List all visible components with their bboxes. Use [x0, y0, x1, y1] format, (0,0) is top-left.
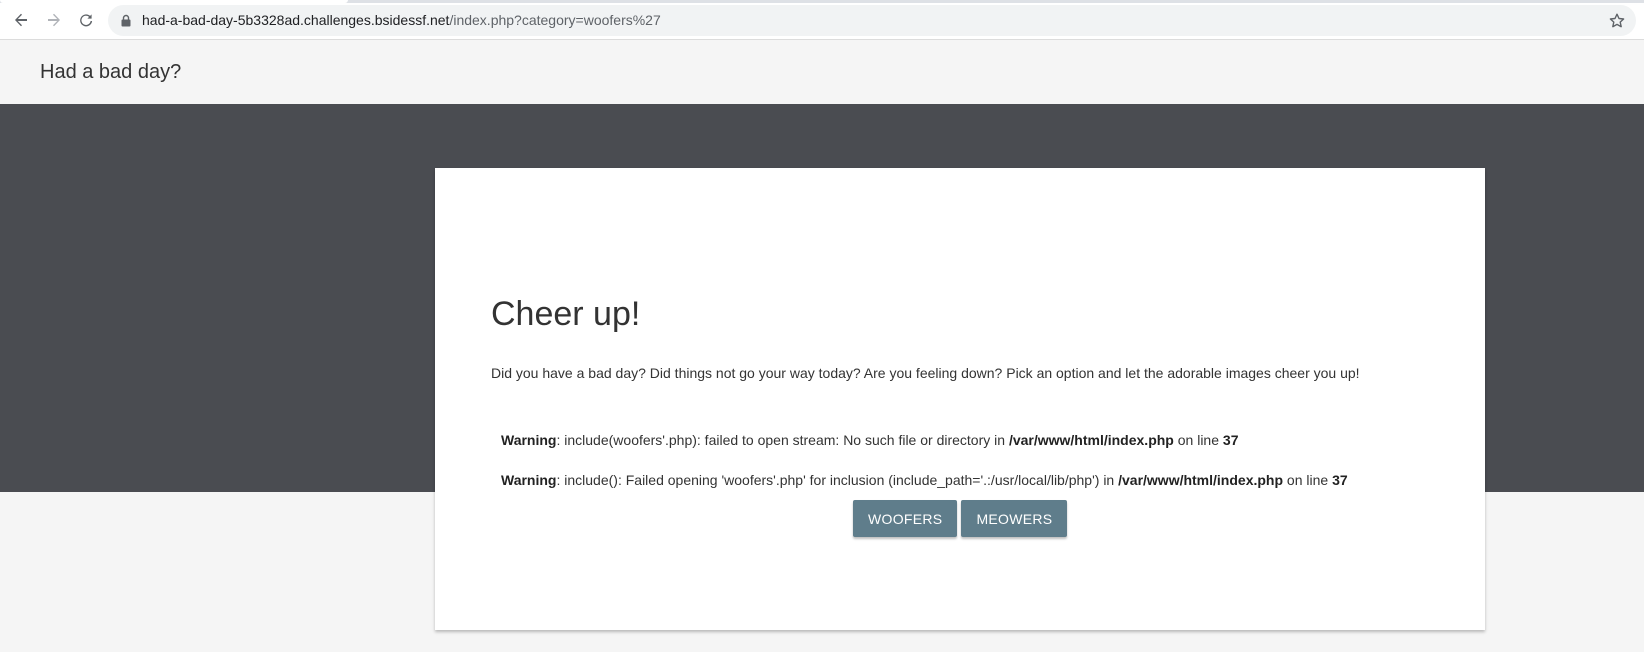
star-icon[interactable] — [1608, 12, 1626, 30]
warning-line-number: 37 — [1222, 432, 1239, 448]
url-text[interactable]: had-a-bad-day-5b3328ad.challenges.bsides… — [142, 12, 661, 29]
meowers-button[interactable]: MEOWERS — [961, 500, 1068, 537]
address-bar[interactable]: had-a-bad-day-5b3328ad.challenges.bsides… — [108, 5, 1636, 36]
forward-arrow-icon[interactable] — [43, 9, 65, 31]
reload-icon[interactable] — [75, 9, 97, 31]
content-card: Cheer up! Did you have a bad day? Did th… — [435, 168, 1485, 630]
warning-message: : include(woofers'.php): failed to open … — [556, 432, 1009, 448]
site-header: Had a bad day? — [0, 40, 1644, 104]
back-arrow-icon[interactable] — [10, 9, 32, 31]
warning-label: Warning — [501, 472, 557, 488]
warning-file: /var/www/html/index.php — [1008, 432, 1174, 448]
active-tab-edge[interactable] — [0, 0, 348, 3]
php-warning: Warning: include(woofers'.php): failed t… — [501, 431, 1238, 449]
php-warning: Warning: include(): Failed opening 'woof… — [501, 471, 1348, 489]
warning-line-text: on line — [1173, 432, 1223, 448]
site-title: Had a bad day? — [40, 61, 182, 83]
warning-file: /var/www/html/index.php — [1118, 472, 1284, 488]
url-path: /index.php?category=woofers%27 — [449, 12, 661, 28]
warning-label: Warning — [501, 432, 557, 448]
url-host: had-a-bad-day-5b3328ad.challenges.bsides… — [142, 12, 450, 28]
warning-line-text: on line — [1283, 472, 1333, 488]
warning-line-number: 37 — [1332, 472, 1348, 488]
card-title: Cheer up! — [491, 295, 641, 333]
category-buttons: WOOFERS MEOWERS — [853, 500, 1068, 537]
lock-icon[interactable] — [120, 14, 132, 27]
woofers-button[interactable]: WOOFERS — [853, 500, 958, 537]
card-intro: Did you have a bad day? Did things not g… — [491, 365, 1360, 381]
warning-message: : include(): Failed opening 'woofers'.ph… — [556, 472, 1119, 488]
browser-toolbar: had-a-bad-day-5b3328ad.challenges.bsides… — [0, 0, 1644, 40]
